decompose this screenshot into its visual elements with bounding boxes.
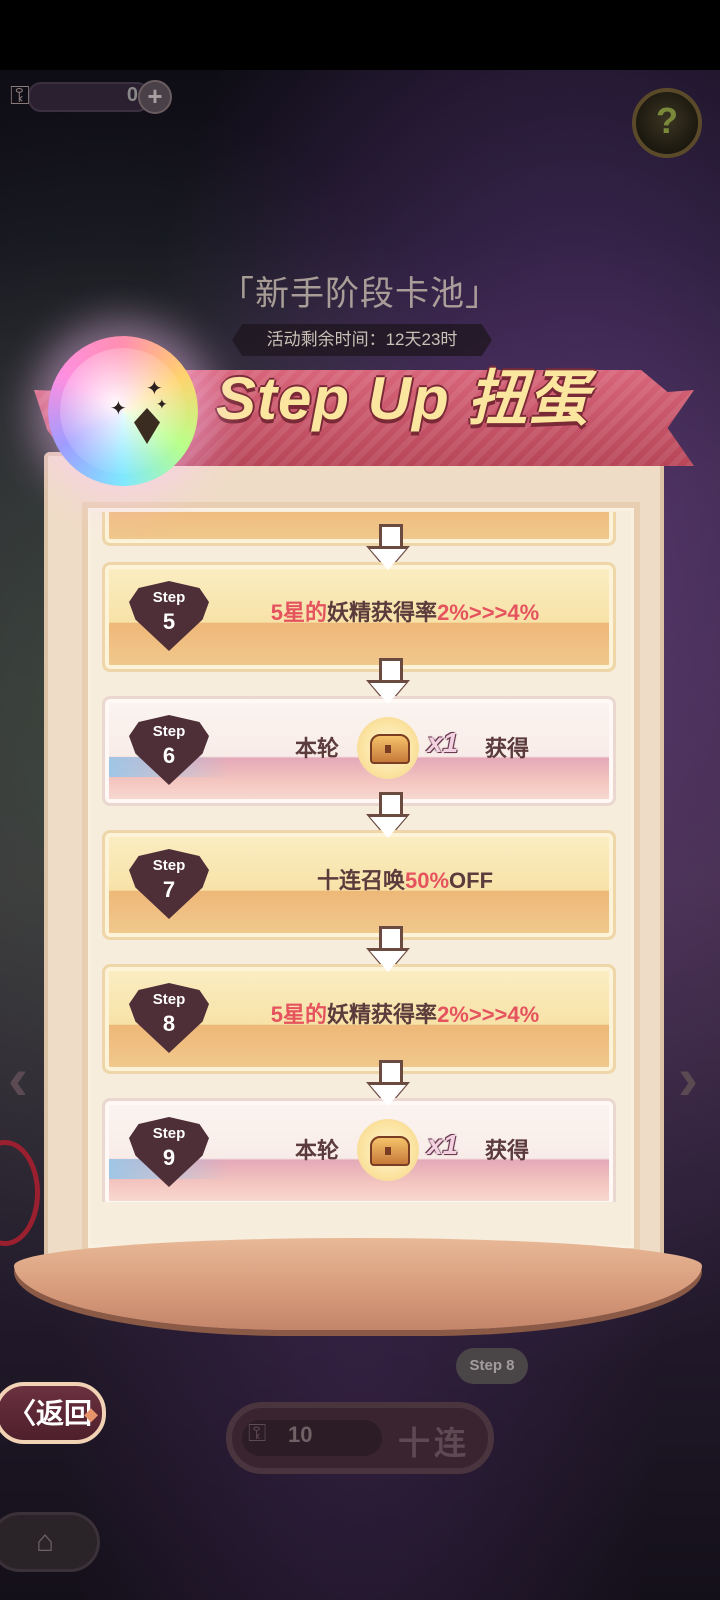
reward-suffix: 获得 [485, 736, 530, 761]
step-badge-number: 6 [162, 743, 176, 768]
down-arrow-icon [366, 524, 410, 574]
reward-quantity: x1 [427, 727, 459, 758]
draw-label: 十连 [398, 1425, 471, 1461]
down-arrow-icon [366, 926, 410, 976]
treasure-chest-icon[interactable] [357, 717, 419, 779]
step-badge-label: Step [152, 1125, 186, 1142]
step-description: 5星的妖精获得率2%>>>4% [270, 600, 540, 625]
add-currency-button[interactable]: + [138, 80, 172, 114]
step-badge-label: Step [152, 723, 186, 740]
step-card-9: Step 9 本轮 x1 获得 [102, 1098, 616, 1202]
down-arrow-icon [366, 658, 410, 708]
previous-arrow-icon[interactable]: ‹ [8, 1044, 28, 1113]
help-button[interactable]: ? [632, 88, 702, 158]
pool-title: 「新手阶段卡池」 [220, 275, 500, 313]
draw-cost: 10 [288, 1422, 313, 1447]
step-description: 5星的妖精获得率2%>>>4% [270, 1002, 540, 1027]
step-card-4-partial [102, 512, 616, 546]
reward-prefix: 本轮 [295, 1138, 340, 1163]
step-card-6: Step 6 本轮 x1 获得 [102, 696, 616, 806]
event-timer: 活动剩余时间：12天23时 [232, 324, 492, 356]
current-step-tag: Step 8 [456, 1348, 528, 1384]
status-bar-area [0, 0, 720, 70]
sparkle-icon: ✦ [110, 398, 127, 420]
key-icon: ⚿ [248, 1420, 267, 1447]
step-badge-number: 9 [162, 1145, 176, 1170]
key-currency: ⚿ 0 + [10, 78, 172, 114]
step-badge-label: Step [152, 991, 186, 1008]
reward-suffix: 获得 [485, 1138, 530, 1163]
next-arrow-icon[interactable]: › [678, 1044, 698, 1113]
step-card-7: Step 7 十连召唤50%OFF [102, 830, 616, 940]
step-badge-number: 5 [162, 609, 176, 634]
sparkle-icon: ✦ [156, 396, 168, 412]
step-card-8: Step 8 5星的妖精获得率2%>>>4% [102, 964, 616, 1074]
down-arrow-icon [366, 1060, 410, 1110]
down-arrow-icon [366, 792, 410, 842]
step-card-5: Step 5 5星的妖精获得率2%>>>4% [102, 562, 616, 672]
reward-row: 本轮 x1 获得 [295, 1119, 585, 1181]
key-icon: ⚿ [10, 80, 30, 110]
step-badge-number: 8 [162, 1011, 176, 1036]
step-badge-label: Step [152, 589, 186, 606]
reward-prefix: 本轮 [295, 736, 340, 761]
step-list[interactable]: Step 5 5星的妖精获得率2%>>>4% Step 6 本轮 x1 获得 S… [94, 512, 616, 1202]
treasure-chest-icon[interactable] [357, 1119, 419, 1181]
currency-count: 0 [126, 84, 138, 106]
reward-quantity: x1 [427, 1129, 459, 1160]
reward-row: 本轮 x1 获得 [295, 717, 585, 779]
step-description: 十连召唤50%OFF [316, 868, 494, 893]
home-button[interactable]: ⌂ [0, 1512, 100, 1572]
step-badge-label: Step [152, 857, 186, 874]
home-icon: ⌂ [35, 1525, 55, 1558]
step-badge-number: 7 [162, 877, 176, 902]
back-button[interactable]: 〈返回 [0, 1382, 106, 1444]
banner-title: Step Up 扭蛋 [216, 365, 590, 432]
ten-draw-button[interactable]: ⚿ 10 十连 [226, 1402, 494, 1474]
